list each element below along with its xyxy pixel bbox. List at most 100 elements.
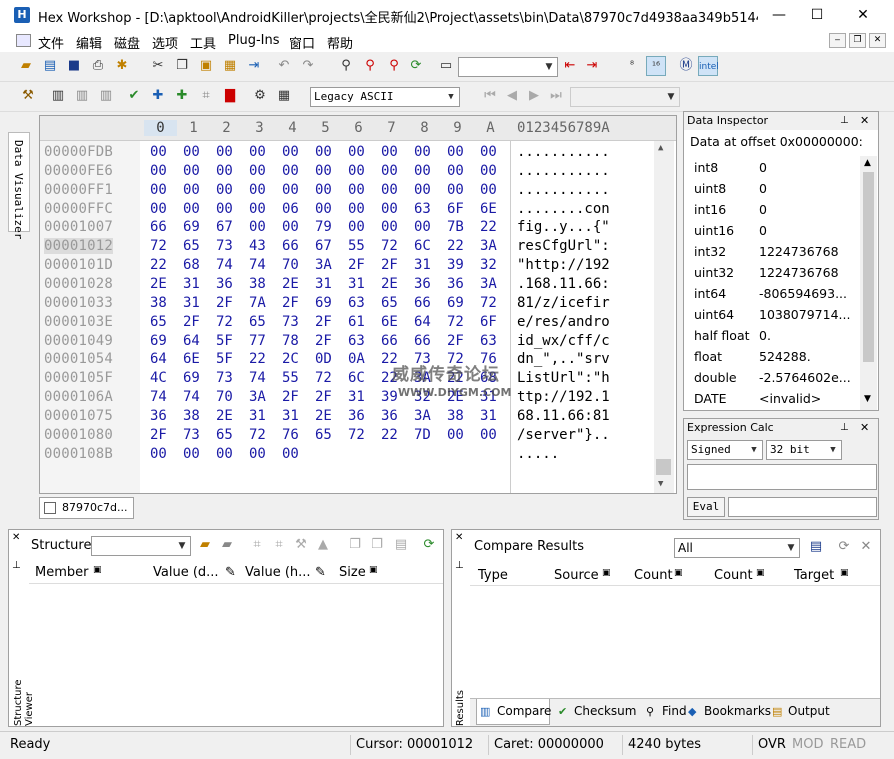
hex-byte[interactable]: 2E [150,276,167,292]
hex-byte[interactable]: 00 [381,182,398,198]
hex-byte[interactable]: 00 [183,201,200,217]
hex-byte[interactable]: 00 [150,446,167,462]
hex-byte[interactable]: 2E [216,408,233,424]
ascii-text[interactable]: 81/z/icefir [517,295,610,311]
target-count-column[interactable]: Count [714,568,753,583]
inspector-row[interactable]: int64 -806594693... [694,286,862,301]
hex-byte[interactable]: 2E [315,408,332,424]
hex-byte[interactable]: 73 [216,370,233,386]
hex-byte[interactable]: 70 [282,257,299,273]
ascii-text[interactable]: ........... [517,182,610,198]
hex-byte[interactable]: 00 [282,446,299,462]
hex-byte[interactable]: 22 [480,219,497,235]
menu-options[interactable]: 选项 [152,33,178,52]
hex-byte[interactable]: 22 [447,238,464,254]
refresh-icon[interactable]: ⟳ [419,535,439,555]
hex-byte[interactable]: 72 [315,370,332,386]
first-icon[interactable]: ⏮ [480,86,500,106]
hex-byte[interactable]: 00 [183,182,200,198]
copy-icon[interactable]: ❐ [172,56,192,76]
ascii-text[interactable]: ........... [517,163,610,179]
hex-byte[interactable]: 74 [183,389,200,405]
inspector-row[interactable]: DATE <invalid> [694,391,862,406]
hex-byte[interactable]: 66 [381,333,398,349]
hex-byte[interactable]: 3A [315,257,332,273]
ascii-text[interactable]: .168.11.66: [517,276,610,292]
hex-byte[interactable]: 00 [216,201,233,217]
last-icon[interactable]: ⏭ [546,86,566,106]
hex-byte[interactable]: 3A [249,389,266,405]
hex-byte[interactable]: 65 [216,427,233,443]
hex-byte[interactable]: 72 [480,295,497,311]
hex-byte[interactable]: 39 [381,389,398,405]
hex-byte[interactable]: 38 [447,408,464,424]
mdi-close-button[interactable]: ✕ [869,33,886,48]
tab-output[interactable]: Output [788,704,830,718]
hex-byte[interactable]: 00 [249,182,266,198]
hex-byte[interactable]: 72 [150,238,167,254]
compare-next-icon[interactable]: ▥ [72,86,92,106]
hex-byte[interactable]: 00 [348,182,365,198]
hex-byte[interactable]: 00 [381,201,398,217]
hex-byte[interactable]: 2F [282,295,299,311]
hex-byte[interactable]: 64 [183,333,200,349]
hex-byte[interactable]: 00 [381,219,398,235]
save-icon[interactable]: ■ [64,56,84,76]
bits-combo[interactable]: 32 bit ▼ [766,440,842,460]
scroll-up-icon[interactable]: ▲ [864,158,871,168]
hex-byte[interactable]: 73 [216,238,233,254]
hex-byte[interactable]: 72 [381,238,398,254]
hex-byte[interactable]: 7B [447,219,464,235]
hex-byte[interactable]: 6E [381,314,398,330]
panel-close-icon[interactable]: ✕ [12,532,20,543]
hex-byte[interactable]: 00 [447,144,464,160]
hex-byte[interactable]: 00 [216,144,233,160]
hex-byte[interactable]: 00 [183,144,200,160]
hex-byte[interactable]: 72 [216,314,233,330]
paste-icon[interactable]: ▣ [196,56,216,76]
hex-byte[interactable]: 00 [150,201,167,217]
hex-byte[interactable]: 00 [282,144,299,160]
hex-byte[interactable]: 00 [348,219,365,235]
hex-rows[interactable]: 00000FDB 00 00 00 00 00 00 00 00 00 00 00..........… [40,116,654,493]
up-icon[interactable]: ▲ [313,535,333,555]
hex-byte[interactable]: 74 [249,257,266,273]
hex-byte[interactable]: 36 [150,408,167,424]
hex-byte[interactable]: 66 [150,219,167,235]
pin-icon[interactable]: ⊥ [840,419,849,436]
ascii-text[interactable]: fig..y...{" [517,219,610,235]
hex-byte[interactable]: 00 [381,163,398,179]
scroll-up-icon[interactable]: ▲ [658,143,663,153]
compare-filter-combo[interactable]: All ▼ [674,538,800,558]
hex-byte[interactable]: 00 [183,446,200,462]
hex-byte[interactable]: 2F [315,389,332,405]
hex-byte[interactable]: 2E [282,276,299,292]
encoding-combo[interactable]: Legacy ASCII ▼ [310,87,460,107]
hex-byte[interactable]: 68 [183,257,200,273]
tab-find[interactable]: Find [662,704,687,718]
hex-byte[interactable]: 00 [249,163,266,179]
hex-byte[interactable]: 00 [414,219,431,235]
hex-byte[interactable]: 36 [348,408,365,424]
hex-byte[interactable]: 69 [447,295,464,311]
inspector-row[interactable]: int8 0 [694,160,862,175]
hammer-icon[interactable]: ⚒ [18,86,38,106]
hex-byte[interactable]: 6C [414,238,431,254]
hex-byte[interactable]: 72 [348,427,365,443]
bookmark-icon[interactable]: ⌗ [196,86,216,106]
checksum-icon[interactable]: ✔ [124,86,144,106]
hex-byte[interactable]: 38 [183,408,200,424]
hex-byte[interactable]: 00 [183,163,200,179]
hex-byte[interactable]: 67 [216,219,233,235]
hex-byte[interactable]: 00 [414,144,431,160]
goto-back-icon[interactable]: ⇤ [560,56,580,76]
search-combo[interactable]: ▼ [458,57,558,77]
hex-byte[interactable]: 00 [315,144,332,160]
menu-tools[interactable]: 工具 [190,33,216,52]
hex-byte[interactable]: 2F [216,295,233,311]
calculator-icon[interactable]: ▦ [274,86,294,106]
inspector-row[interactable]: float 524288. [694,349,862,364]
add-structure-icon[interactable]: ✚ [172,86,192,106]
save-structure-icon[interactable]: ▰ [217,535,237,555]
data-inspector-grid[interactable]: int8 0 uint8 0 int16 0 uint16 0 int32 1224736768 u… [684,156,860,410]
